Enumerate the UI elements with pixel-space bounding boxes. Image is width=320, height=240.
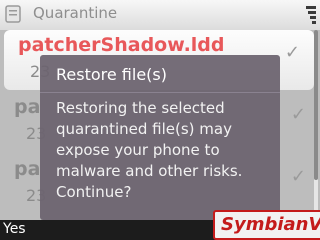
- window-title: Quarantine: [33, 4, 118, 22]
- watermark-text: SymbianVN.: [221, 214, 320, 235]
- dialog-message: Restoring the selected quarantined file(…: [56, 99, 243, 201]
- check-icon: ✓: [284, 42, 300, 63]
- watermark-logo: SymbianVN.: [213, 210, 320, 240]
- confirmation-dialog: Restore file(s) Restoring the selected q…: [40, 55, 280, 220]
- file-name: patcherShadow.ldd: [18, 34, 225, 56]
- check-icon: ✓: [290, 104, 306, 125]
- signal-strength-icon: [306, 4, 316, 24]
- check-icon: ✓: [290, 166, 306, 187]
- file-name: pa: [14, 158, 41, 180]
- dialog-divider: [40, 92, 280, 93]
- scrollbar-thumb[interactable]: [314, 30, 318, 180]
- quarantine-icon: [5, 5, 21, 23]
- title-bar: Quarantine: [0, 0, 320, 30]
- dialog-title: Restore file(s): [56, 65, 167, 84]
- file-name: pa: [14, 96, 41, 118]
- yes-softkey[interactable]: Yes: [3, 221, 26, 237]
